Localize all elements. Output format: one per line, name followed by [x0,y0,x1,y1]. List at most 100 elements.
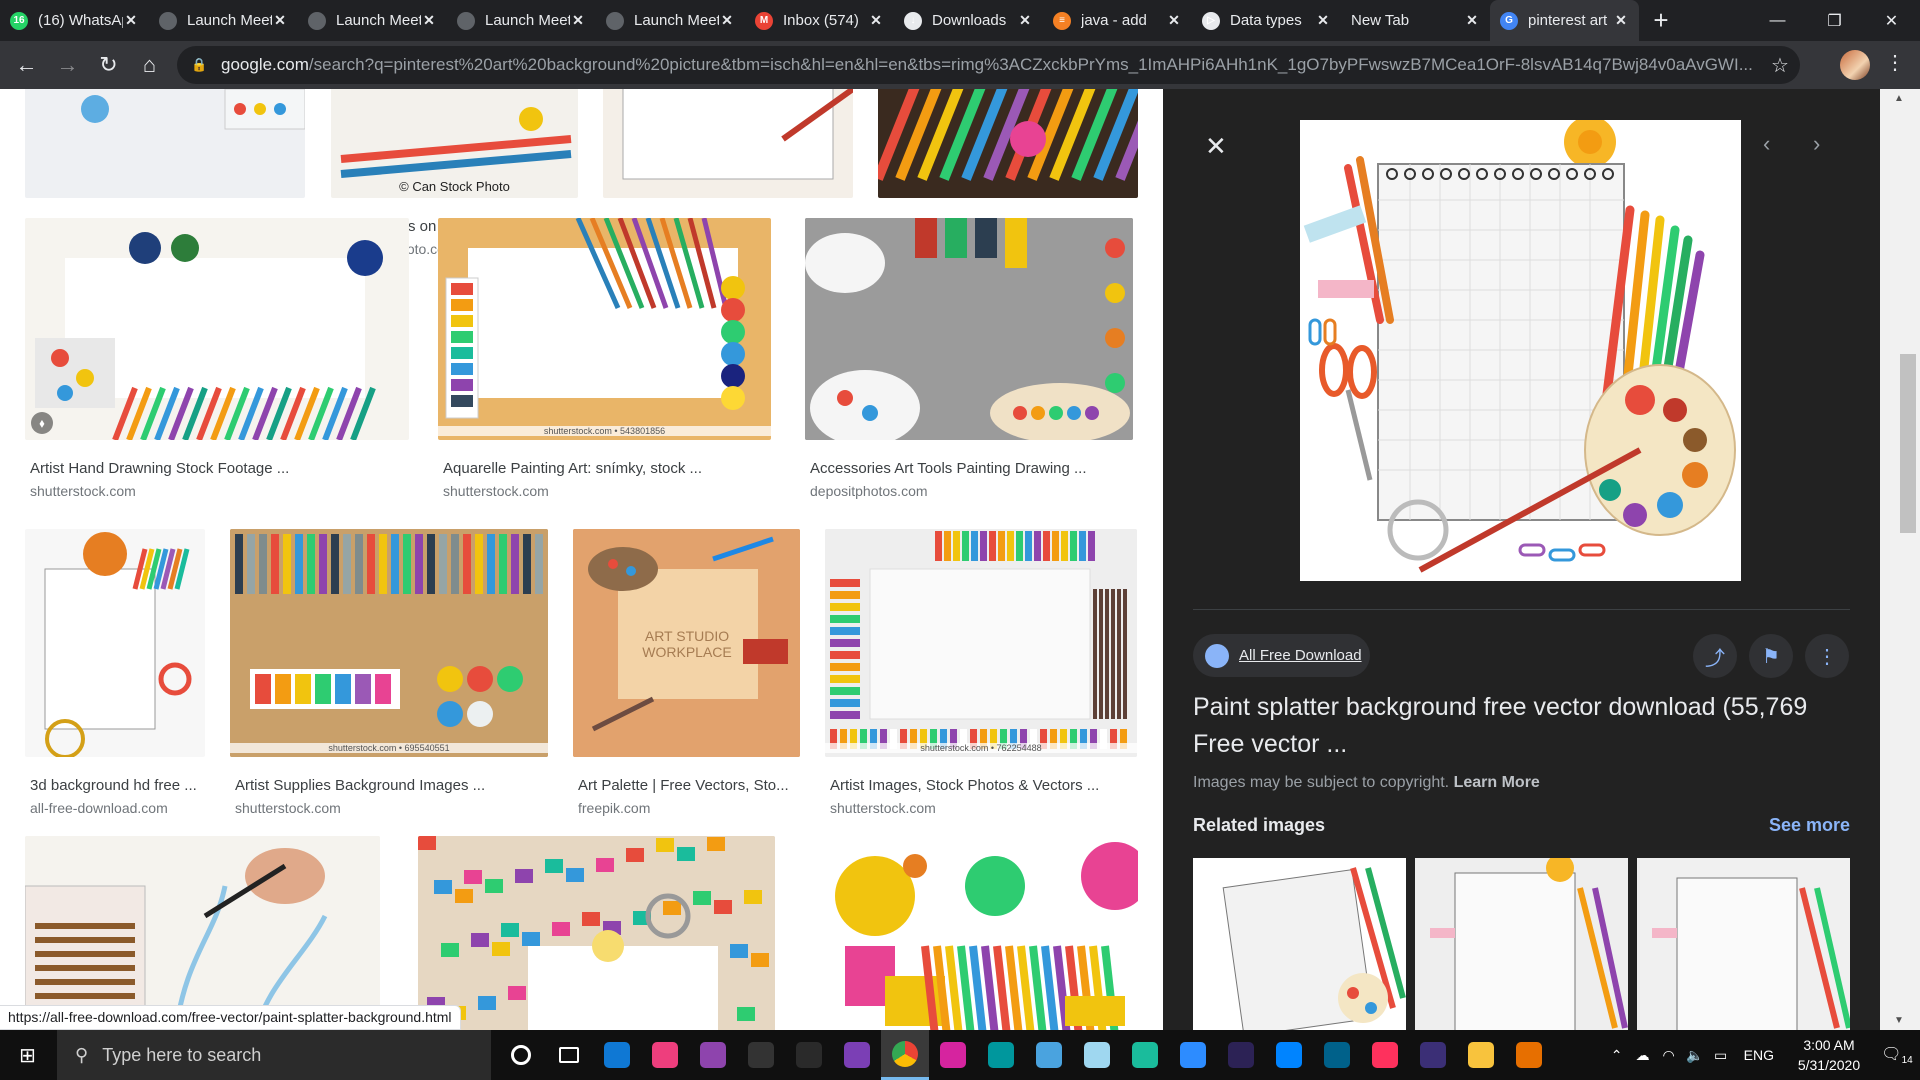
close-tab-icon[interactable]: ✕ [1166,12,1182,29]
close-tab-icon[interactable]: ✕ [1613,12,1629,29]
scrollbar-thumb[interactable] [1900,354,1916,533]
browser-menu-icon[interactable]: ⋮ [1885,50,1905,75]
podcast-icon[interactable] [689,1030,737,1080]
sketch-app-icon[interactable] [1073,1030,1121,1080]
see-more-link[interactable]: See more [1769,815,1850,836]
image-result-card[interactable]: shutterstock.com • 695540551 Artist Suppl… [230,529,548,827]
cortana-icon[interactable] [497,1030,545,1080]
browser-tab[interactable]: Launch Meeting✕ [447,0,596,41]
result-source[interactable]: shutterstock.com [30,483,136,499]
taskbar-search[interactable]: ⚲ Type here to search [57,1030,491,1080]
close-tab-icon[interactable]: ✕ [868,12,884,29]
browser-tab[interactable]: 16 (16) WhatsApp✕ [0,0,149,41]
scroll-up-icon[interactable]: ▲ [1894,93,1904,104]
more-icon[interactable]: ⋮ [1805,634,1849,678]
result-caption[interactable]: Accessories Art Tools Painting Drawing .… [810,460,1133,477]
result-thumbnail[interactable]: ART STUDIO WORKPLACE [573,529,800,757]
visual-studio-icon[interactable] [833,1030,881,1080]
battery-icon[interactable]: ▭ [1708,1047,1734,1064]
url-text[interactable]: google.com/search?q=pinterest%20art%20ba… [221,55,1760,75]
browser-tab[interactable]: M Inbox (574) ✕ [745,0,894,41]
result-source[interactable]: all-free-download.com [30,800,168,816]
result-source[interactable]: shutterstock.com [235,800,341,816]
arduino-icon[interactable] [977,1030,1025,1080]
related-image-2[interactable] [1415,858,1628,1030]
preview-title[interactable]: Paint splatter background free vector do… [1193,689,1833,763]
eclipse-icon[interactable] [1217,1030,1265,1080]
next-image-icon[interactable]: › [1813,131,1820,157]
image-result-card[interactable]: shutterstock.com • 762254488 Artist Image… [825,529,1137,827]
result-caption[interactable]: Artist Hand Drawning Stock Footage ... [30,460,409,477]
result-thumbnail[interactable]: shutterstock.com • 762254488 [825,529,1137,757]
browser-tab[interactable]: ▷ Data types ✕ [1192,0,1341,41]
result-thumbnail[interactable] [25,529,205,757]
close-tab-icon[interactable]: ✕ [570,12,586,29]
task-view-icon[interactable] [545,1030,593,1080]
close-tab-icon[interactable]: ✕ [1464,12,1480,29]
close-tab-icon[interactable]: ✕ [421,12,437,29]
image-result-card[interactable]: ⬧ Artist Hand Drawning Stock Footage ... s… [25,218,409,510]
image-result-card[interactable]: shutterstock.com • 543801856 Aquarelle Pa… [438,218,771,510]
result-source[interactable]: freepik.com [578,800,650,816]
result-thumbnail[interactable] [805,218,1133,440]
cube-app-icon[interactable] [1025,1030,1073,1080]
chrome-icon[interactable] [881,1030,929,1080]
file-explorer-icon[interactable] [1457,1030,1505,1080]
java-icon[interactable] [1505,1030,1553,1080]
itunes-icon[interactable] [641,1030,689,1080]
clock[interactable]: 3:00 AM 5/31/2020 [1784,1035,1874,1075]
result-source[interactable]: shutterstock.com [830,800,936,816]
result-caption[interactable]: Artist Supplies Background Images ... [235,777,548,794]
mysql-icon[interactable] [1313,1030,1361,1080]
unity-icon[interactable] [737,1030,785,1080]
result-thumbnail[interactable] [25,836,380,1030]
result-thumbnail[interactable] [815,836,1138,1030]
epic-games-icon[interactable] [785,1030,833,1080]
browser-tab[interactable]: New Tab ✕ [1341,0,1490,41]
wifi-icon[interactable]: ◠ [1656,1047,1682,1064]
image-result-card[interactable]: Accessories Art Tools Painting Drawing .… [805,218,1133,510]
learn-more-link[interactable]: Learn More [1454,774,1540,791]
restore-button[interactable]: ❐ [1806,0,1863,41]
mail-icon[interactable] [593,1030,641,1080]
source-site-link[interactable]: All Free Download [1193,634,1370,677]
scrollbar[interactable]: ▲ ▼ [1880,89,1920,1030]
previous-image-icon[interactable]: ‹ [1763,131,1770,157]
image-result-card[interactable] [418,836,775,1030]
result-caption[interactable]: Art Palette | Free Vectors, Sto... [578,777,800,794]
intellij-icon[interactable] [1361,1030,1409,1080]
scroll-down-icon[interactable]: ▼ [1894,1015,1904,1026]
bookmark-star-icon[interactable]: ☆ [1760,53,1800,78]
result-thumbnail[interactable] [603,89,853,198]
close-tab-icon[interactable]: ✕ [719,12,735,29]
address-bar[interactable]: 🔒 google.com/search?q=pinterest%20art%20… [177,46,1800,84]
preview-image[interactable] [1300,120,1741,581]
image-result-card[interactable] [25,836,380,1030]
image-result-card[interactable] [815,836,1138,1030]
chevron-up-icon[interactable]: ⌃ [1604,1047,1630,1064]
messenger-icon[interactable] [1265,1030,1313,1080]
result-thumbnail[interactable] [418,836,775,1030]
home-button[interactable]: ⌂ [129,52,170,78]
close-icon[interactable]: ✕ [1205,131,1227,162]
browser-tab[interactable]: ↓ Downloads ✕ [894,0,1043,41]
result-thumbnail[interactable] [25,89,305,198]
eclipse-2-icon[interactable] [1409,1030,1457,1080]
browser-tab[interactable]: Launch Meeting✕ [596,0,745,41]
close-tab-icon[interactable]: ✕ [1017,12,1033,29]
volume-icon[interactable]: 🔈 [1682,1047,1708,1064]
zoom-icon[interactable] [1169,1030,1217,1080]
browser-tab[interactable]: ≡ java - add ✕ [1043,0,1192,41]
result-thumbnail[interactable]: shutterstock.com • 695540551 [230,529,548,757]
bookmark-icon[interactable]: ⚑ [1749,634,1793,678]
browser-tab[interactable]: Launch Meeting✕ [149,0,298,41]
share-icon[interactable]: ⤴ [1693,634,1737,678]
reload-button[interactable]: ↻ [88,52,129,78]
result-thumbnail[interactable] [878,89,1138,198]
image-result-card[interactable]: ART STUDIO WORKPLACE Art Palette | Free Ve… [573,529,800,827]
result-caption[interactable]: Artist Images, Stock Photos & Vectors ..… [830,777,1137,794]
related-image-1[interactable] [1193,858,1406,1030]
onedrive-icon[interactable]: ☁ [1630,1047,1656,1064]
result-thumbnail[interactable]: shutterstock.com • 543801856 [438,218,771,440]
new-tab-button[interactable]: + [1639,0,1683,41]
